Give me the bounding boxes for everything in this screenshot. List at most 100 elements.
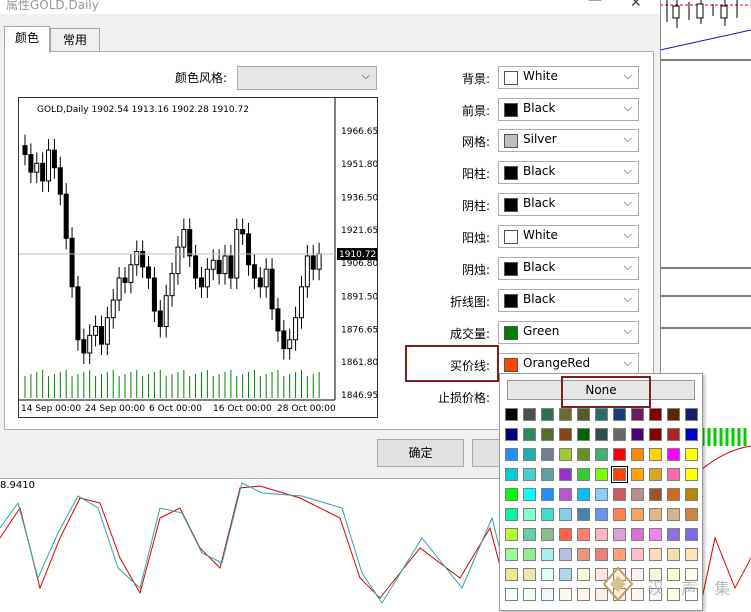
palette-color-cell[interactable] <box>559 488 572 501</box>
palette-color-cell[interactable] <box>523 528 536 541</box>
palette-color-cell[interactable] <box>631 508 644 521</box>
close-icon[interactable]: ✕ <box>630 0 642 11</box>
palette-color-cell[interactable] <box>577 448 590 461</box>
palette-color-cell[interactable] <box>559 468 572 481</box>
palette-color-cell[interactable] <box>685 468 698 481</box>
palette-color-cell[interactable] <box>523 588 536 601</box>
palette-color-cell[interactable] <box>541 508 554 521</box>
palette-color-cell[interactable] <box>667 488 680 501</box>
palette-color-cell[interactable] <box>649 548 662 561</box>
palette-color-cell[interactable] <box>613 508 626 521</box>
palette-color-cell[interactable] <box>631 468 644 481</box>
palette-color-cell[interactable] <box>559 448 572 461</box>
palette-color-cell[interactable] <box>559 508 572 521</box>
palette-color-cell[interactable] <box>631 528 644 541</box>
palette-color-cell[interactable] <box>667 408 680 421</box>
color-select[interactable]: White ⌵ <box>498 225 639 248</box>
color-select[interactable]: Black ⌵ <box>498 289 639 312</box>
palette-color-cell[interactable] <box>505 468 518 481</box>
palette-color-cell[interactable] <box>595 468 608 481</box>
palette-color-cell[interactable] <box>577 548 590 561</box>
palette-color-cell[interactable] <box>505 488 518 501</box>
palette-color-cell[interactable] <box>505 568 518 581</box>
palette-color-cell[interactable] <box>613 448 626 461</box>
tab-color[interactable]: 颜色 <box>4 26 50 53</box>
palette-color-cell[interactable] <box>631 428 644 441</box>
palette-color-cell[interactable] <box>595 548 608 561</box>
palette-color-cell[interactable] <box>505 448 518 461</box>
tab-common[interactable]: 常用 <box>50 28 100 51</box>
palette-color-cell[interactable] <box>649 468 662 481</box>
palette-color-cell[interactable] <box>541 588 554 601</box>
palette-color-cell[interactable] <box>595 408 608 421</box>
palette-color-cell[interactable] <box>559 428 572 441</box>
palette-color-cell[interactable] <box>523 548 536 561</box>
palette-color-cell[interactable] <box>649 428 662 441</box>
palette-color-cell[interactable] <box>685 508 698 521</box>
color-select[interactable]: Green ⌵ <box>498 321 639 344</box>
palette-color-cell[interactable] <box>595 448 608 461</box>
palette-color-cell[interactable] <box>577 468 590 481</box>
palette-color-cell[interactable] <box>523 508 536 521</box>
palette-color-cell[interactable] <box>631 488 644 501</box>
palette-color-cell[interactable] <box>649 488 662 501</box>
palette-color-cell[interactable] <box>649 448 662 461</box>
palette-color-cell[interactable] <box>505 428 518 441</box>
palette-color-cell[interactable] <box>505 508 518 521</box>
palette-color-cell[interactable] <box>631 448 644 461</box>
color-select[interactable]: Silver ⌵ <box>498 129 639 152</box>
palette-color-cell[interactable] <box>541 568 554 581</box>
color-select[interactable]: Black ⌵ <box>498 161 639 184</box>
color-select[interactable]: Black ⌵ <box>498 98 639 121</box>
palette-color-cell[interactable] <box>577 568 590 581</box>
palette-color-cell[interactable] <box>613 488 626 501</box>
palette-color-cell[interactable] <box>649 408 662 421</box>
palette-color-cell[interactable] <box>685 448 698 461</box>
palette-color-cell[interactable] <box>685 488 698 501</box>
palette-color-cell[interactable] <box>541 548 554 561</box>
palette-color-cell[interactable] <box>613 528 626 541</box>
palette-color-cell[interactable] <box>595 528 608 541</box>
palette-color-cell[interactable] <box>631 408 644 421</box>
palette-color-cell[interactable] <box>685 548 698 561</box>
palette-color-cell[interactable] <box>523 488 536 501</box>
palette-color-cell[interactable] <box>631 548 644 561</box>
palette-color-cell[interactable] <box>505 548 518 561</box>
palette-color-cell[interactable] <box>577 588 590 601</box>
palette-color-cell[interactable] <box>595 428 608 441</box>
palette-color-cell[interactable] <box>505 408 518 421</box>
palette-color-cell[interactable] <box>595 508 608 521</box>
palette-color-cell[interactable] <box>505 528 518 541</box>
palette-color-cell[interactable] <box>685 528 698 541</box>
minimize-icon[interactable]: — <box>588 0 602 8</box>
palette-color-cell[interactable] <box>613 428 626 441</box>
color-select[interactable]: White ⌵ <box>498 66 639 89</box>
palette-color-cell[interactable] <box>649 508 662 521</box>
palette-color-cell[interactable] <box>523 448 536 461</box>
palette-color-cell[interactable] <box>611 466 628 483</box>
palette-color-cell[interactable] <box>523 568 536 581</box>
palette-color-cell[interactable] <box>577 428 590 441</box>
palette-color-cell[interactable] <box>541 468 554 481</box>
palette-color-cell[interactable] <box>577 488 590 501</box>
palette-color-cell[interactable] <box>559 568 572 581</box>
palette-color-cell[interactable] <box>613 408 626 421</box>
palette-color-cell[interactable] <box>523 468 536 481</box>
palette-color-cell[interactable] <box>523 428 536 441</box>
palette-color-cell[interactable] <box>541 428 554 441</box>
palette-color-cell[interactable] <box>523 408 536 421</box>
palette-color-cell[interactable] <box>559 408 572 421</box>
palette-color-cell[interactable] <box>667 508 680 521</box>
palette-color-cell[interactable] <box>559 548 572 561</box>
palette-color-cell[interactable] <box>577 528 590 541</box>
palette-color-cell[interactable] <box>667 468 680 481</box>
palette-color-cell[interactable] <box>559 588 572 601</box>
palette-color-cell[interactable] <box>667 548 680 561</box>
palette-color-cell[interactable] <box>559 528 572 541</box>
palette-color-cell[interactable] <box>685 428 698 441</box>
palette-color-cell[interactable] <box>667 448 680 461</box>
palette-color-cell[interactable] <box>577 408 590 421</box>
color-scheme-select[interactable]: ⌵ <box>237 66 377 90</box>
palette-color-cell[interactable] <box>667 528 680 541</box>
palette-color-cell[interactable] <box>595 488 608 501</box>
